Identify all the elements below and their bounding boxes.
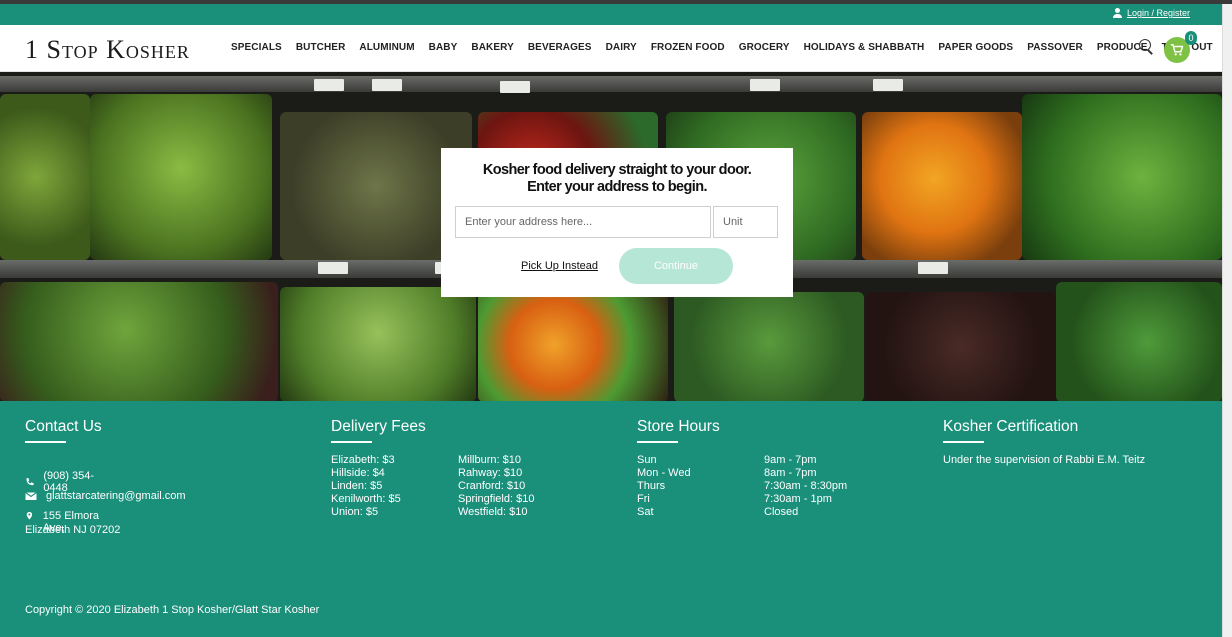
pickup-instead-link[interactable]: Pick Up Instead	[521, 260, 598, 272]
nav-item-paper-goods[interactable]: PAPER GOODS	[931, 42, 1020, 53]
hours-time: 9am - 7pm	[764, 454, 817, 466]
nav-item-grocery[interactable]: GROCERY	[732, 42, 797, 53]
fee-item: Westfield: $10	[458, 506, 528, 518]
nav-item-specials[interactable]: SPECIALS	[224, 42, 289, 53]
phone-icon	[26, 478, 34, 486]
nav-item-dairy[interactable]: DAIRY	[599, 42, 644, 53]
hours-day: Mon - Wed	[637, 467, 691, 479]
delivery-fees-right: Millburn: $10 Rahway: $10 Cranford: $10 …	[458, 454, 534, 519]
nav-item-bakery[interactable]: BAKERY	[464, 42, 520, 53]
fee-item: Rahway: $10	[458, 467, 523, 479]
hours-day: Sun	[637, 454, 657, 466]
fee-item: Cranford: $10	[458, 480, 526, 492]
hours-days: Sun Mon - Wed Thurs Fri Sat	[637, 454, 691, 519]
delivery-fees-left: Elizabeth: $3 Hillside: $4 Linden: $5 Ke…	[331, 454, 401, 519]
hours-time: 8am - 7pm	[764, 467, 817, 479]
store-hours-section: Store Hours Sun Mon - Wed Thurs Fri Sat …	[637, 418, 847, 518]
hours-divider	[637, 441, 678, 443]
hours-title: Store Hours	[637, 418, 720, 435]
kosher-certification-section: Kosher Certification Under the supervisi…	[943, 418, 1145, 466]
hours-time: Closed	[764, 506, 799, 518]
nav-item-beverages[interactable]: BEVERAGES	[521, 42, 599, 53]
delivery-title: Delivery Fees	[331, 418, 426, 435]
nav-item-aluminum[interactable]: ALUMINUM	[352, 42, 421, 53]
login-register-link[interactable]: Login / Register	[1112, 8, 1190, 18]
nav-item-butcher[interactable]: BUTCHER	[289, 42, 353, 53]
hours-day: Thurs	[637, 480, 666, 492]
hours-day: Sat	[637, 506, 654, 518]
login-label: Login / Register	[1126, 8, 1190, 18]
contact-title: Contact Us	[25, 418, 102, 435]
hours-time: 7:30am - 8:30pm	[764, 480, 848, 492]
hours-times: 9am - 7pm 8am - 7pm 7:30am - 8:30pm 7:30…	[764, 454, 847, 519]
hours-day: Fri	[637, 493, 650, 505]
location-pin-icon	[26, 511, 33, 520]
fee-item: Kenilworth: $5	[331, 493, 401, 505]
contact-divider	[25, 441, 66, 443]
cert-title: Kosher Certification	[943, 418, 1079, 435]
fee-item: Millburn: $10	[458, 454, 521, 466]
address-input[interactable]	[455, 206, 711, 238]
site-header: 1 Stop Kosher SPECIALS BUTCHER ALUMINUM …	[0, 25, 1222, 72]
fee-item: Elizabeth: $3	[331, 454, 395, 466]
copyright-text: Copyright © 2020 Elizabeth 1 Stop Kosher…	[25, 604, 320, 616]
site-logo[interactable]: 1 Stop Kosher	[25, 35, 190, 65]
continue-button[interactable]: Continue	[619, 248, 733, 284]
cart-icon	[1170, 44, 1184, 56]
delivery-fees-section: Delivery Fees Elizabeth: $3 Hillside: $4…	[331, 418, 534, 518]
delivery-divider	[331, 441, 372, 443]
unit-input[interactable]	[713, 206, 778, 238]
fee-item: Union: $5	[331, 506, 379, 518]
contact-section: Contact Us (908) 354-0448 glattstarcater…	[25, 418, 186, 536]
site-footer: Contact Us (908) 354-0448 glattstarcater…	[0, 401, 1222, 637]
cert-text: Under the supervision of Rabbi E.M. Teit…	[943, 454, 1146, 466]
cart-count-badge: 0	[1185, 31, 1197, 45]
nav-item-frozen-food[interactable]: FROZEN FOOD	[644, 42, 732, 53]
nav-item-holidays-shabbath[interactable]: HOLIDAYS & SHABBATH	[797, 42, 932, 53]
nav-item-passover[interactable]: PASSOVER	[1020, 42, 1090, 53]
search-icon[interactable]	[1139, 39, 1154, 54]
email-icon	[25, 492, 37, 500]
hero-produce-image: Kosher food delivery straight to your do…	[0, 72, 1222, 401]
main-nav: SPECIALS BUTCHER ALUMINUM BABY BAKERY BE…	[224, 42, 1220, 53]
fee-item: Linden: $5	[331, 480, 383, 492]
fee-item: Springfield: $10	[458, 493, 535, 505]
fee-item: Hillside: $4	[331, 467, 385, 479]
modal-heading-line2: Enter your address to begin.	[527, 179, 707, 195]
hours-time: 7:30am - 1pm	[764, 493, 832, 505]
address-line2: Elizabeth NJ 07202	[25, 524, 121, 536]
top-bar: Login / Register	[0, 4, 1222, 25]
nav-item-baby[interactable]: BABY	[422, 42, 465, 53]
delivery-address-modal: Kosher food delivery straight to your do…	[441, 148, 793, 297]
email-link[interactable]: glattstarcatering@gmail.com	[46, 490, 186, 502]
user-icon	[1112, 8, 1122, 18]
modal-heading-line1: Kosher food delivery straight to your do…	[482, 162, 752, 178]
cert-divider	[943, 441, 984, 443]
modal-heading: Kosher food delivery straight to your do…	[441, 162, 793, 196]
scrollbar[interactable]	[1222, 4, 1232, 637]
